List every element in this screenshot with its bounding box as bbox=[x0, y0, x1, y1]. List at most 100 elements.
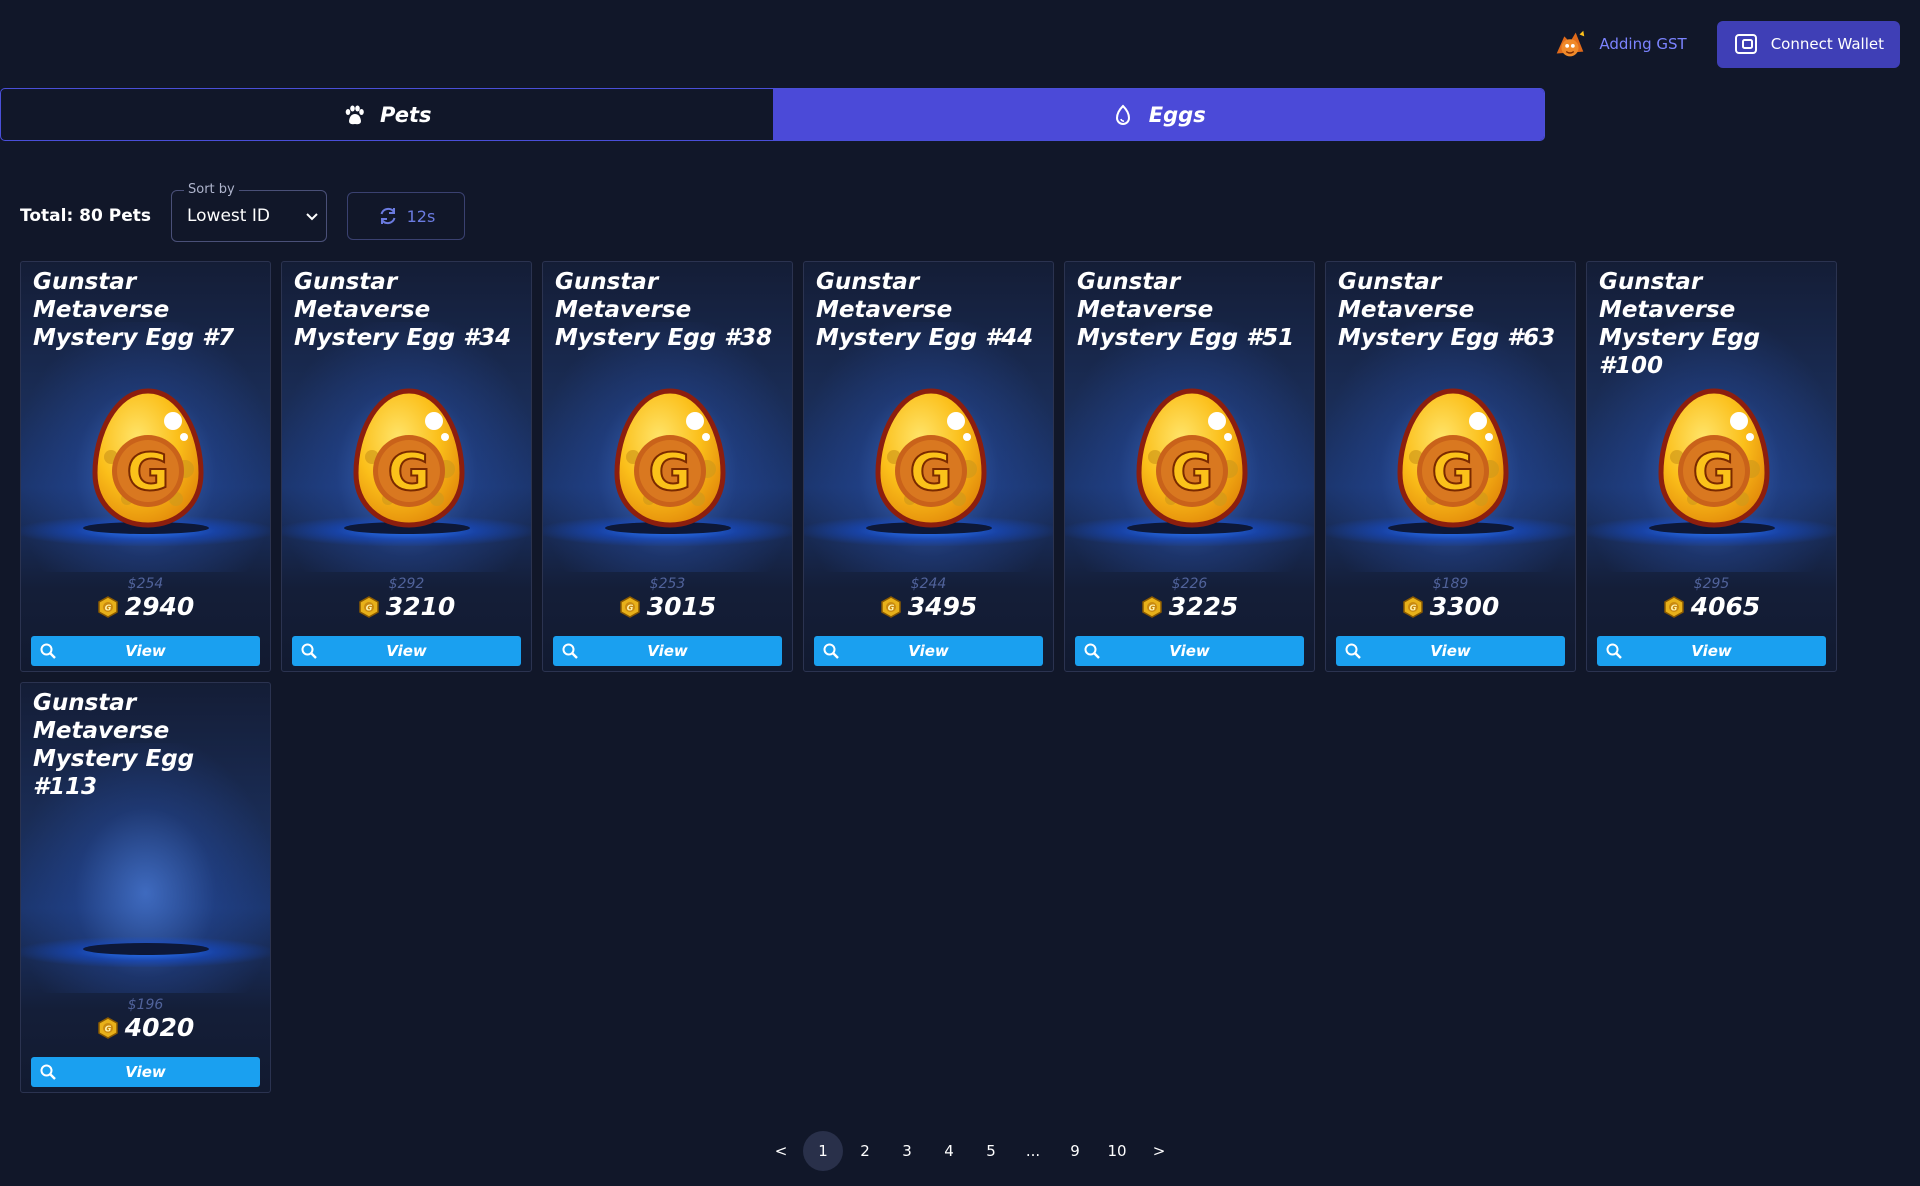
svg-text:G: G bbox=[104, 1024, 111, 1033]
egg-shadow bbox=[83, 943, 209, 955]
connect-wallet-button[interactable]: Connect Wallet bbox=[1716, 20, 1900, 68]
view-button[interactable]: View bbox=[1336, 636, 1565, 666]
search-icon bbox=[1084, 643, 1100, 659]
egg-card[interactable]: Gunstar Metaverse Mystery Egg #7 G $254 bbox=[20, 261, 271, 672]
pagination-page-5[interactable]: 5 bbox=[971, 1131, 1011, 1171]
view-button[interactable]: View bbox=[814, 636, 1043, 666]
filter-bar: Total: 80 Pets Sort by Lowest ID 12s bbox=[20, 182, 465, 242]
egg-card[interactable]: Gunstar Metaverse Mystery Egg #34 G $292 bbox=[281, 261, 532, 672]
usd-price: $196 bbox=[127, 997, 164, 1013]
card-title-line2: Mystery Egg #63 bbox=[1338, 325, 1556, 351]
egg-card[interactable]: Gunstar Metaverse Mystery Egg #113 $196 … bbox=[20, 682, 271, 1093]
svg-text:G: G bbox=[910, 443, 953, 503]
gst-price-value: 4065 bbox=[1690, 592, 1761, 621]
gst-coin-icon: G bbox=[358, 595, 379, 618]
sort-value: Lowest ID bbox=[186, 206, 270, 226]
pagination-page-4[interactable]: 4 bbox=[929, 1131, 969, 1171]
card-title: Gunstar Metaverse Mystery Egg #113 bbox=[33, 689, 265, 801]
pagination-page-1[interactable]: 1 bbox=[803, 1131, 843, 1171]
gst-coin-icon: G bbox=[880, 595, 901, 618]
view-button[interactable]: View bbox=[1075, 636, 1304, 666]
gst-price-value: 3225 bbox=[1168, 592, 1239, 621]
svg-text:G: G bbox=[365, 603, 372, 612]
pagination-page-2[interactable]: 2 bbox=[845, 1131, 885, 1171]
card-title-line1: Gunstar Metaverse bbox=[555, 269, 692, 323]
paw-icon bbox=[345, 105, 364, 124]
pagination-page-9[interactable]: 9 bbox=[1055, 1131, 1095, 1171]
view-button[interactable]: View bbox=[31, 1057, 260, 1087]
card-title-line1: Gunstar Metaverse bbox=[1077, 269, 1214, 323]
gst-price-value: 3300 bbox=[1429, 592, 1500, 621]
card-title-line2: Mystery Egg #34 bbox=[294, 325, 512, 351]
wallet-icon bbox=[1734, 34, 1757, 54]
svg-text:G: G bbox=[1432, 443, 1475, 503]
gst-price: G 3300 bbox=[1326, 592, 1575, 621]
view-button[interactable]: View bbox=[31, 636, 260, 666]
card-title-line2: Mystery Egg #44 bbox=[816, 325, 1034, 351]
svg-text:G: G bbox=[626, 603, 633, 612]
usd-price: $254 bbox=[127, 576, 164, 592]
search-icon bbox=[1345, 643, 1361, 659]
egg-card[interactable]: Gunstar Metaverse Mystery Egg #100 G $29… bbox=[1586, 261, 1837, 672]
pagination-ellipsis[interactable]: ... bbox=[1013, 1131, 1053, 1171]
usd-price: $295 bbox=[1693, 576, 1730, 592]
connect-wallet-label: Connect Wallet bbox=[1770, 35, 1884, 53]
gst-price-value: 2940 bbox=[124, 592, 195, 621]
svg-text:G: G bbox=[104, 603, 111, 612]
sort-select[interactable]: Sort by Lowest ID bbox=[170, 182, 327, 242]
card-title-line1: Gunstar Metaverse bbox=[1338, 269, 1475, 323]
gst-price: G 3225 bbox=[1065, 592, 1314, 621]
gunstar-mascot-icon bbox=[1557, 30, 1585, 57]
card-title-line2: Mystery Egg #113 bbox=[33, 746, 195, 800]
card-title-line1: Gunstar Metaverse bbox=[33, 690, 170, 744]
view-button[interactable]: View bbox=[292, 636, 521, 666]
svg-text:G: G bbox=[1171, 443, 1214, 503]
view-button[interactable]: View bbox=[553, 636, 782, 666]
gst-price: G 2940 bbox=[21, 592, 270, 621]
view-button[interactable]: View bbox=[1597, 636, 1826, 666]
search-icon bbox=[823, 643, 839, 659]
card-title-line1: Gunstar Metaverse bbox=[33, 269, 170, 323]
pagination-next-button[interactable]: > bbox=[1139, 1131, 1179, 1171]
gst-coin-icon: G bbox=[1141, 595, 1162, 618]
usd-price: $189 bbox=[1432, 576, 1469, 592]
pagination-page-3[interactable]: 3 bbox=[887, 1131, 927, 1171]
gst-price: G 3210 bbox=[282, 592, 531, 621]
adding-gst-link[interactable]: Adding GST bbox=[1551, 25, 1687, 63]
adding-gst-label: Adding GST bbox=[1599, 35, 1687, 53]
egg-card[interactable]: Gunstar Metaverse Mystery Egg #44 G $244 bbox=[803, 261, 1054, 672]
top-bar: Adding GST Connect Wallet bbox=[1551, 20, 1900, 68]
card-title-line1: Gunstar Metaverse bbox=[1599, 269, 1736, 323]
view-button-label: View bbox=[1430, 642, 1471, 660]
gst-price-value: 3015 bbox=[646, 592, 717, 621]
tab-pets[interactable]: Pets bbox=[1, 89, 773, 140]
view-button-label: View bbox=[125, 1063, 166, 1081]
view-button-label: View bbox=[647, 642, 688, 660]
refresh-timer: 12s bbox=[406, 206, 436, 226]
card-title: Gunstar Metaverse Mystery Egg #7 bbox=[33, 268, 265, 352]
egg-card[interactable]: Gunstar Metaverse Mystery Egg #51 G $226 bbox=[1064, 261, 1315, 672]
view-button-label: View bbox=[908, 642, 949, 660]
gst-coin-icon: G bbox=[1663, 595, 1684, 618]
tab-eggs[interactable]: Eggs bbox=[772, 89, 1544, 140]
gst-coin-icon: G bbox=[97, 1016, 118, 1039]
refresh-button[interactable]: 12s bbox=[346, 192, 465, 240]
card-title-line2: Mystery Egg #51 bbox=[1077, 325, 1295, 351]
total-count: Total: 80 Pets bbox=[20, 206, 151, 226]
pagination-page-10[interactable]: 10 bbox=[1097, 1131, 1137, 1171]
card-title-line1: Gunstar Metaverse bbox=[294, 269, 431, 323]
pagination-prev-button[interactable]: < bbox=[761, 1131, 801, 1171]
golden-egg-image: G bbox=[1136, 388, 1248, 528]
gst-coin-icon: G bbox=[1402, 595, 1423, 618]
svg-text:G: G bbox=[1670, 603, 1677, 612]
golden-egg-image: G bbox=[92, 388, 204, 528]
egg-card[interactable]: Gunstar Metaverse Mystery Egg #63 G $189 bbox=[1325, 261, 1576, 672]
golden-egg-image: G bbox=[614, 388, 726, 528]
egg-card[interactable]: Gunstar Metaverse Mystery Egg #38 G $253 bbox=[542, 261, 793, 672]
svg-text:G: G bbox=[127, 443, 170, 503]
card-title: Gunstar Metaverse Mystery Egg #38 bbox=[555, 268, 787, 352]
search-icon bbox=[40, 643, 56, 659]
refresh-icon bbox=[380, 208, 396, 224]
gst-price-value: 3210 bbox=[385, 592, 456, 621]
card-title-line1: Gunstar Metaverse bbox=[816, 269, 953, 323]
